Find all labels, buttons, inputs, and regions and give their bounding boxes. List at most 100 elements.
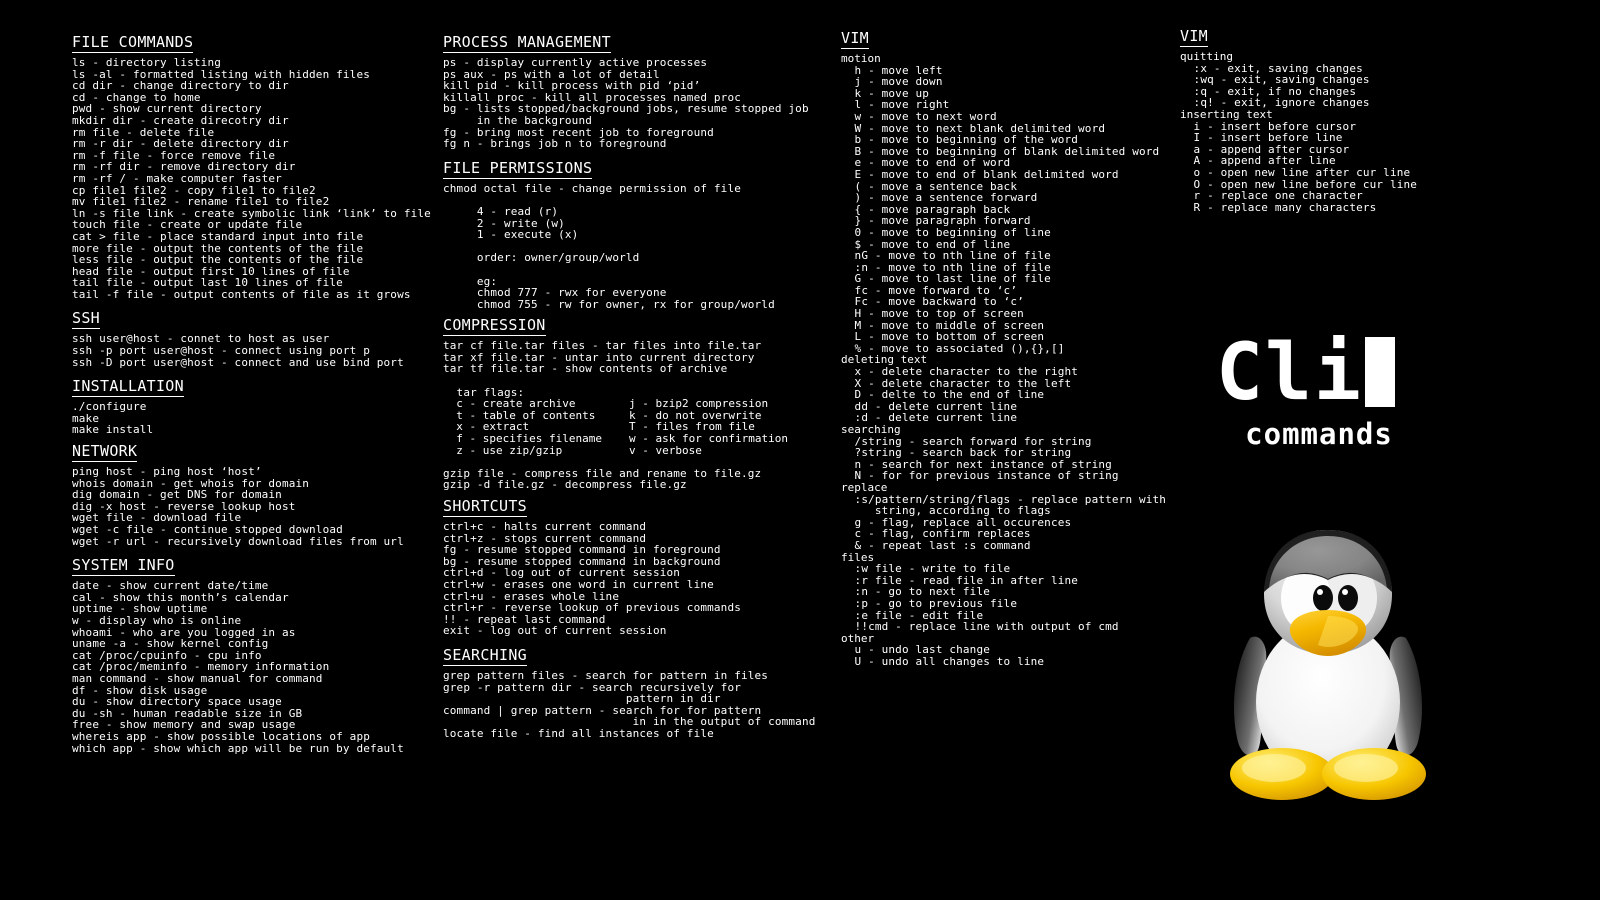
section-heading-vim-right: VIM — [1180, 27, 1208, 47]
section-ssh: SSH ssh user@host - connet to host as us… — [72, 308, 432, 368]
command-line: b - move to beginning of the word — [841, 133, 1079, 147]
section-network: NETWORK ping host - ping host ‘host’ whoi… — [72, 441, 432, 547]
command-line: nG - move to nth line of file — [841, 249, 1051, 263]
vim-group-label: replace — [841, 480, 888, 494]
section-heading-searching: SEARCHING — [443, 645, 527, 666]
command-line: w - move to next word — [841, 109, 997, 123]
column-vim-motion: VIM motion h - move left j - move down k… — [841, 0, 1181, 667]
command-line: r - replace one character — [1180, 189, 1363, 203]
section-body-ssh: ssh user@host - connet to host as user ss… — [72, 333, 432, 368]
column-process-management: PROCESS MANAGEMENT ps - display currentl… — [443, 0, 843, 740]
logo-subtitle: commands — [1245, 417, 1393, 451]
command-line: I - insert before line — [1180, 131, 1343, 145]
command-line: which app - show which app will be run b… — [72, 741, 404, 755]
vim-groups-left: motion h - move left j - move down k - m… — [841, 53, 1181, 667]
command-line — [443, 264, 843, 276]
section-heading-file-permissions: FILE PERMISSIONS — [443, 158, 593, 179]
tar-flags-table: c - create archive j - bzip2 compression … — [443, 398, 843, 456]
command-line: uname -a - show kernel config — [72, 637, 269, 651]
section-heading-file-commands: FILE COMMANDS — [72, 33, 194, 53]
command-line: order: owner/group/world — [443, 251, 640, 265]
command-line: fg n - brings job n to foreground — [443, 137, 667, 151]
command-line: man command - show manual for command — [72, 671, 323, 685]
vim-group-body: h - move left j - move down k - move up … — [841, 64, 1181, 355]
section-body-shortcuts: ctrl+c - halts current command ctrl+z - s… — [443, 521, 843, 637]
section-heading-process-management: PROCESS MANAGEMENT — [443, 33, 611, 53]
vim-group-body: :w file - write to file :r file - read f… — [841, 563, 1181, 633]
command-line: chmod 755 - rw for owner, rx for group/w… — [443, 297, 775, 311]
vim-groups-right: quitting :x - exit, saving changes :wq -… — [1180, 51, 1480, 213]
section-body-file-permissions: chmod octal file - change permission of … — [443, 183, 843, 311]
section-body-process-management: ps - display currently active processes p… — [443, 57, 843, 150]
vim-group-body: :x - exit, saving changes :wq - exit, sa… — [1180, 62, 1480, 109]
command-line — [443, 375, 843, 387]
command-line: gzip -d file.gz - decompress file.gz — [443, 478, 687, 492]
command-line: U - undo all changes to line — [841, 654, 1045, 668]
command-line: ps - display currently active processes — [443, 56, 708, 69]
command-line: N - for for previous instance of string — [841, 469, 1119, 483]
section-heading-network: NETWORK — [72, 442, 138, 463]
command-line: chmod octal file - change permission of … — [443, 181, 741, 195]
command-line: !!cmd - replace line with output of cmd — [841, 620, 1119, 634]
command-line: ./configure — [72, 400, 147, 414]
command-line: string, according to flags — [841, 504, 1051, 518]
command-line: x - delete character to the right — [841, 365, 1079, 379]
tux-right-pupil — [1338, 585, 1358, 611]
vim-group-body: u - undo last change U - undo all change… — [841, 644, 1181, 667]
command-line: chmod 777 - rwx for everyone — [443, 286, 667, 300]
logo-wordmark-row: Cli — [1216, 328, 1436, 418]
command-line: H - move to top of screen — [841, 307, 1024, 321]
command-line: o - open new line after cur line — [1180, 165, 1411, 179]
command-line: cat > file - place standard input into f… — [72, 229, 364, 243]
section-body-system-info: date - show current date/time cal - show … — [72, 580, 432, 754]
section-heading-shortcuts: SHORTCUTS — [443, 497, 527, 517]
command-line: locate file - find all instances of file — [443, 726, 714, 740]
command-line: grep pattern files - search for pattern … — [443, 668, 769, 682]
command-line: 4 - read (r) — [443, 204, 559, 218]
vim-group-label: inserting text — [1180, 107, 1273, 121]
section-body-compression: tar cf file.tar files - tar files into f… — [443, 340, 843, 398]
section-heading-system-info: SYSTEM INFO — [72, 556, 175, 577]
command-line: exit - log out of current session — [443, 624, 667, 638]
tux-right-eye-glint — [1342, 589, 1348, 595]
command-line: tar tf file.tar - show contents of archi… — [443, 362, 728, 376]
section-vim-left: VIM motion h - move left j - move down k… — [841, 28, 1181, 667]
vim-group-body: /string - search forward for string ?str… — [841, 435, 1181, 483]
section-heading-vim-left: VIM — [841, 29, 869, 49]
command-line: mv file1 file2 - rename file1 to file2 — [72, 195, 330, 209]
tux-left-eye-glint — [1317, 589, 1323, 595]
tux-right-foot-highlight — [1334, 754, 1398, 782]
vim-group-body: x - delete character to the right X - de… — [841, 366, 1181, 424]
section-heading-compression: COMPRESSION — [443, 316, 546, 337]
command-line: make install — [72, 423, 154, 437]
tar-flag-left: f - specifies filename — [443, 432, 602, 446]
command-line: in the background — [443, 113, 592, 127]
command-line: ctrl+c - halts current command — [443, 520, 647, 533]
command-line: 0 - move to beginning of line — [841, 225, 1051, 239]
column-vim-quitting: VIM quitting :x - exit, saving changes :… — [1180, 0, 1480, 213]
section-system-info: SYSTEM INFO date - show current date/tim… — [72, 555, 432, 754]
logo-title: Cli — [1216, 328, 1363, 418]
command-line: ls - directory listing — [72, 56, 221, 69]
vim-group-body: :s/pattern/string/flags - replace patter… — [841, 493, 1181, 552]
command-line: rm -rf / - make computer faster — [72, 171, 282, 185]
section-process-management: PROCESS MANAGEMENT ps - display currentl… — [443, 32, 843, 150]
command-line: w - display who is online — [72, 613, 242, 627]
command-line: 1 - execute (x) — [443, 228, 579, 242]
section-body-network: ping host - ping host ‘host’ whois domain… — [72, 466, 432, 547]
command-line: R - replace many characters — [1180, 200, 1377, 214]
section-compression: COMPRESSION tar cf file.tar files - tar … — [443, 315, 843, 491]
command-line: E - move to end of blank delimited word — [841, 167, 1119, 181]
tar-flag-right: v - verbose — [629, 443, 702, 457]
command-line: :p - go to previous file — [841, 596, 1018, 610]
command-line: ctrl+w - erases one word in current line — [443, 577, 714, 591]
command-line: wget -r url - recursively download files… — [72, 534, 404, 548]
command-line: ssh -D port user@host - connect and use … — [72, 355, 404, 369]
section-body-searching: grep pattern files - search for pattern … — [443, 670, 843, 740]
section-heading-ssh: SSH — [72, 309, 100, 330]
command-line: :w file - write to file — [841, 562, 1011, 576]
command-line: & - repeat last :s command — [841, 538, 1031, 552]
